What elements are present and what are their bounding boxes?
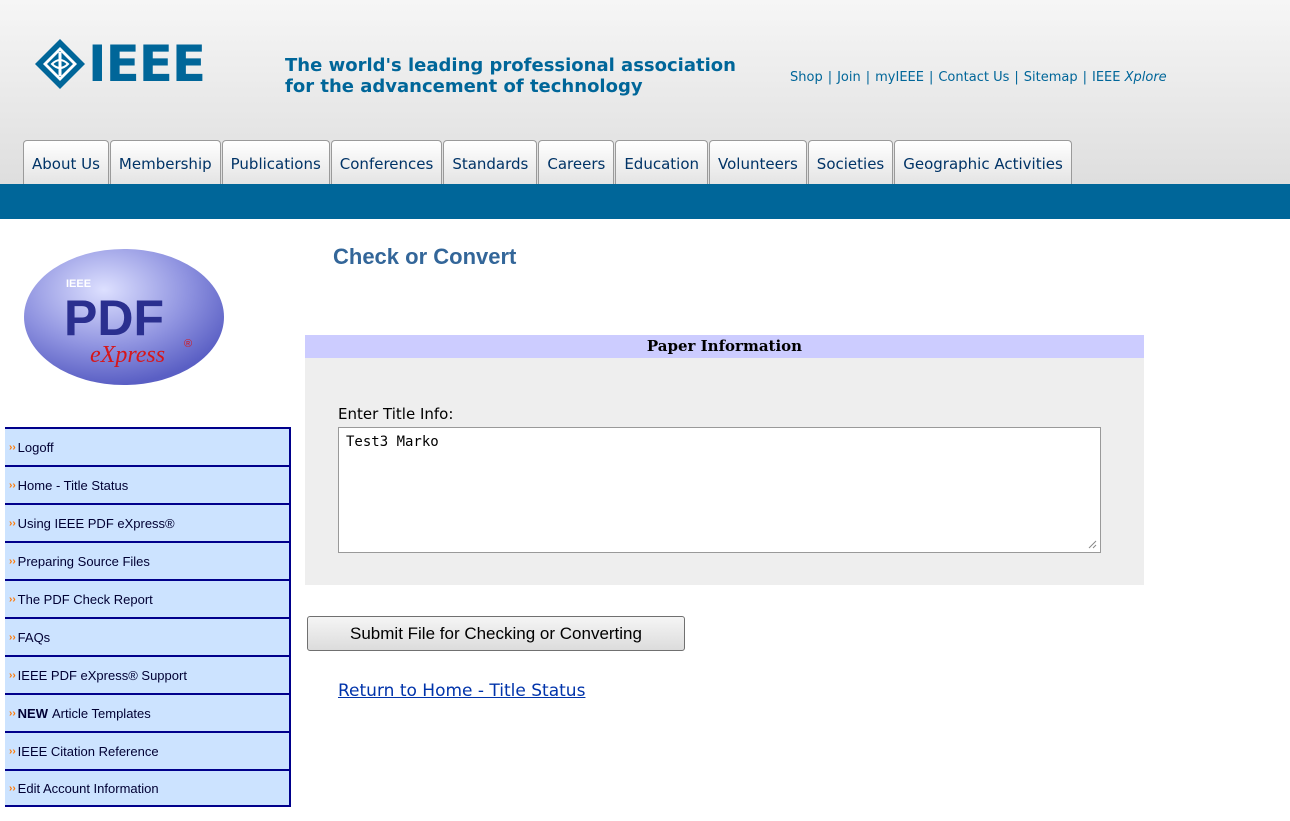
sidebar-item-label: IEEE Citation Reference [17,743,159,759]
sidebar-item-faqs[interactable]: ›› FAQs [5,617,291,655]
ieee-logo[interactable]: IEEE [34,35,206,93]
tagline-line-2: for the advancement of technology [285,76,643,97]
sidebar-item-edit-account[interactable]: ›› Edit Account Information [5,769,291,807]
double-arrow-icon: ›› [9,517,16,529]
new-badge: NEW [17,705,49,721]
ieee-wordmark: IEEE [88,35,206,93]
panel-heading: Paper Information [305,335,1144,358]
sitemap-link[interactable]: Sitemap [1024,70,1078,85]
sidebar-item-label: Logoff [17,439,54,455]
pdf-logo-sub-text: eXpress [90,342,165,368]
sidebar-item-label: Home - Title Status [17,477,129,493]
contact-us-link[interactable]: Contact Us [938,70,1009,85]
tab-standards[interactable]: Standards [443,140,538,184]
ieee-xplore-link[interactable]: IEEE Xplore [1092,70,1167,85]
double-arrow-icon: ›› [9,479,16,491]
tab-education[interactable]: Education [615,140,709,184]
sidebar-item-label: Preparing Source Files [17,553,150,569]
tab-geographic-activities[interactable]: Geographic Activities [894,140,1072,184]
join-link[interactable]: Join [837,70,861,85]
sidebar-item-citation-reference[interactable]: ›› IEEE Citation Reference [5,731,291,769]
sidebar-item-label: IEEE PDF eXpress® Support [17,667,187,683]
pdf-express-logo: IEEE PDF eXpress ® [24,249,224,385]
double-arrow-icon: ›› [9,745,16,757]
submit-file-button[interactable]: Submit File for Checking or Converting [307,616,685,651]
tagline: The world's leading professional associa… [285,55,736,97]
page-title: Check or Convert [333,244,517,269]
double-arrow-icon: ›› [9,631,16,643]
sidebar-item-pdf-check-report[interactable]: ›› The PDF Check Report [5,579,291,617]
double-arrow-icon: ›› [9,782,16,794]
myieee-link[interactable]: myIEEE [875,70,924,85]
sidebar-item-preparing-source-files[interactable]: ›› Preparing Source Files [5,541,291,579]
tab-membership[interactable]: Membership [109,140,221,184]
paper-information-panel: Paper Information Enter Title Info: Test… [305,335,1144,585]
sidebar-item-label: FAQs [17,629,51,645]
tab-volunteers[interactable]: Volunteers [709,140,807,184]
sidebar-item-support[interactable]: ›› IEEE PDF eXpress® Support [5,655,291,693]
sidebar-item-article-templates[interactable]: ›› NEW Article Templates [5,693,291,731]
title-info-label: Enter Title Info: [338,405,454,423]
ieee-diamond-icon [35,39,85,89]
double-arrow-icon: ›› [9,669,16,681]
tab-careers[interactable]: Careers [538,140,615,184]
pdf-logo-top-text: IEEE [66,278,91,290]
site-header: IEEE The world's leading professional as… [0,0,1290,185]
title-info-value: Test3 Marko [346,434,439,450]
sidebar-item-label: Edit Account Information [17,780,159,796]
double-arrow-icon: ›› [9,555,16,567]
main-nav-tabs: About Us Membership Publications Confere… [23,140,1073,184]
utility-links: Shop | Join | myIEEE | Contact Us | Sitemap | IEEE… [790,70,1167,85]
xplore-prefix: IEEE [1091,70,1121,85]
sidebar-menu: ›› Logoff ›› Home - Title Status ›› Using I… [5,427,291,807]
sidebar-item-label: The PDF Check Report [17,591,153,607]
pdf-logo-registered: ® [184,338,192,350]
xplore-suffix: Xplore [1124,70,1167,85]
tab-publications[interactable]: Publications [221,140,330,184]
nav-underbar [0,184,1290,219]
sidebar-item-home-title-status[interactable]: ›› Home - Title Status [5,465,291,503]
sidebar-item-using-pdf-express[interactable]: ›› Using IEEE PDF eXpress® [5,503,291,541]
sidebar-item-logoff[interactable]: ›› Logoff [5,427,291,465]
tagline-line-1: The world's leading professional associa… [285,55,736,76]
double-arrow-icon: ›› [9,593,16,605]
tab-about-us[interactable]: About Us [23,140,109,184]
pdf-logo-main-text: PDF [64,290,164,346]
double-arrow-icon: ›› [9,707,16,719]
return-home-link[interactable]: Return to Home - Title Status [338,681,585,701]
title-info-textarea[interactable]: Test3 Marko [338,427,1101,553]
sidebar-item-label: Article Templates [52,705,151,721]
shop-link[interactable]: Shop [790,70,823,85]
tab-societies[interactable]: Societies [807,140,894,184]
tab-conferences[interactable]: Conferences [330,140,443,184]
resize-grip-icon[interactable] [1087,539,1097,549]
double-arrow-icon: ›› [9,441,16,453]
sidebar-item-label: Using IEEE PDF eXpress® [17,515,175,531]
